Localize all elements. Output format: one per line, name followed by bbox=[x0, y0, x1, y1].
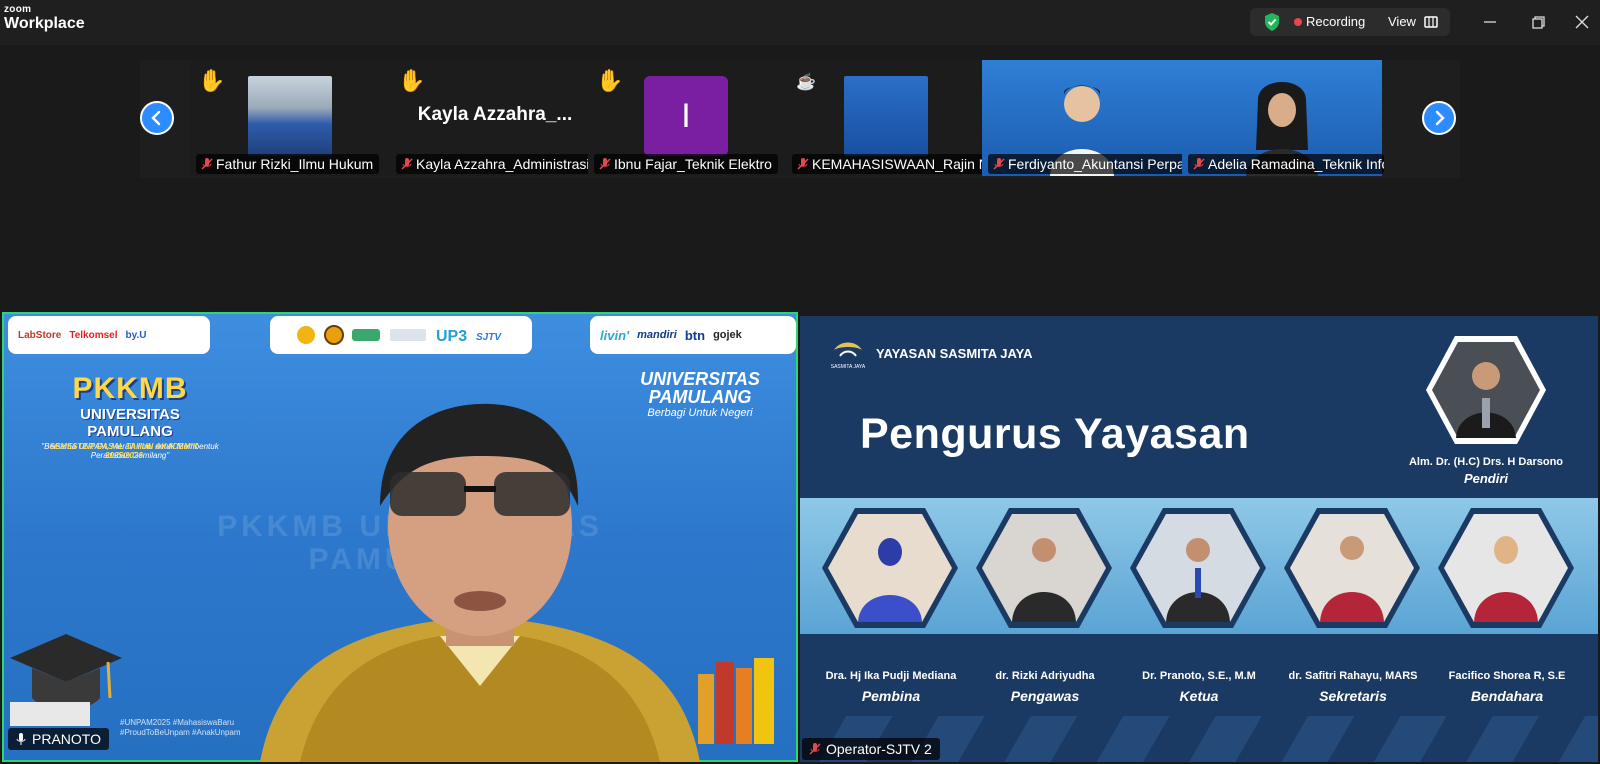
brand-workplace: Workplace bbox=[4, 15, 85, 32]
member-name: dr. Safitri Rahayu, MARS bbox=[1288, 670, 1418, 682]
mic-muted-icon bbox=[797, 158, 809, 170]
sponsor-logo: gojek bbox=[713, 329, 742, 341]
app-logo: zoom Workplace bbox=[4, 5, 85, 32]
member-role: Sekretaris bbox=[1319, 688, 1387, 704]
participant-name-tag: Ibnu Fajar_Teknik Elektro bbox=[594, 154, 778, 174]
participant-name-tag: Fathur Rizki_Ilmu Hukum bbox=[196, 154, 380, 174]
sponsor-logo: mandiri bbox=[637, 329, 677, 341]
member-role: Ketua bbox=[1179, 688, 1219, 704]
mic-muted-icon bbox=[1193, 158, 1205, 170]
shield-check-icon[interactable] bbox=[1262, 12, 1282, 32]
pkkmb-title: PKKMB bbox=[72, 372, 188, 405]
participant-name-tag: Adelia Ramadina_Teknik Info... bbox=[1188, 154, 1384, 174]
coffee-icon: ☕ bbox=[796, 74, 816, 91]
member-role: Pembina bbox=[861, 688, 921, 704]
svg-text:SJTV: SJTV bbox=[476, 332, 502, 343]
member-name: dr. Rizki Adriyudha bbox=[995, 670, 1095, 682]
title-bar: zoom Workplace Recording View bbox=[0, 0, 1600, 45]
participant-name: Ibnu Fajar_Teknik Elektro bbox=[614, 156, 772, 172]
member-name: Dra. Hj Ika Pudji Mediana bbox=[825, 670, 957, 682]
participant-name-tag: Ferdiyanto_Akuntansi Perpaj... bbox=[988, 154, 1184, 174]
mic-muted-icon bbox=[809, 743, 821, 755]
sponsor-logo: btn bbox=[684, 327, 706, 343]
slide-title: Pengurus Yayasan bbox=[860, 410, 1250, 458]
participant-display-name: Kayla Azzahra_... bbox=[417, 104, 573, 125]
raised-hand-icon: ✋ bbox=[198, 68, 226, 93]
member-role: Bendahara bbox=[1470, 688, 1544, 704]
member-name: Facifico Shorea R, S.E bbox=[1448, 670, 1566, 682]
member-photo bbox=[822, 508, 958, 628]
semester-label: SEMESTER GASAL TAHUN AKADEMIK 2025/2026 bbox=[49, 442, 199, 460]
participant-avatar bbox=[248, 76, 332, 156]
participant-name: Adelia Ramadina_Teknik Info... bbox=[1208, 156, 1384, 172]
grid-view-icon[interactable] bbox=[1424, 15, 1438, 29]
prev-page-button[interactable] bbox=[140, 101, 174, 135]
founder-name: Alm. Dr. (H.C) Drs. H Darsono bbox=[1408, 456, 1564, 468]
mic-on-icon bbox=[16, 733, 26, 745]
participant-tile[interactable]: ✋ I Ibnu Fajar_Teknik Elektro bbox=[588, 60, 788, 176]
participant-name: Operator-SJTV 2 bbox=[826, 741, 932, 757]
participant-name: Fathur Rizki_Ilmu Hukum bbox=[216, 156, 374, 172]
recording-button[interactable]: Recording bbox=[1306, 14, 1365, 29]
org-name: YAYASAN SASMITA JAYA bbox=[876, 345, 1033, 361]
pkkmb-university: UNIVERSITAS PAMULANG bbox=[80, 406, 180, 440]
hashtags: #UNPAM2025 #MahasiswaBaru #ProudToBeUnpa… bbox=[120, 718, 241, 738]
svg-text:SASMITA JAYA: SASMITA JAYA bbox=[831, 364, 866, 370]
sponsor-logo: LabStore bbox=[18, 329, 62, 341]
meeting-status-pill: Recording View bbox=[1250, 8, 1450, 36]
participant-tile[interactable]: Adelia Ramadina_Teknik Info... bbox=[1182, 60, 1384, 176]
participant-strip: ✋ Fathur Rizki_Ilmu Hukum ✋ Kayla Azzahr… bbox=[0, 60, 1600, 178]
raised-hand-icon: ✋ bbox=[398, 68, 426, 93]
graduation-cap-icon bbox=[10, 634, 122, 726]
raised-hand-icon: ✋ bbox=[596, 68, 624, 93]
org-header: SASMITA JAYA YAYASAN SASMITA JAYA bbox=[830, 336, 1033, 370]
presenter-video bbox=[260, 403, 700, 762]
founder-photo bbox=[1426, 336, 1546, 444]
member-photo bbox=[1438, 508, 1574, 628]
participant-name: PRANOTO bbox=[32, 731, 101, 747]
sponsor-logo: Telkomsel bbox=[69, 329, 118, 341]
partner-logos-banner: UP3 SJTV bbox=[270, 316, 532, 354]
partner-logos-icon: UP3 SJTV bbox=[297, 325, 502, 345]
next-page-button[interactable] bbox=[1422, 101, 1456, 135]
member-name: Dr. Pranoto, S.E., M.M bbox=[1142, 670, 1256, 682]
participant-name: Ferdiyanto_Akuntansi Perpaj... bbox=[1008, 156, 1184, 172]
maximize-button[interactable] bbox=[1526, 10, 1550, 34]
books-icon bbox=[698, 658, 774, 744]
founder-role: Pendiri bbox=[1463, 471, 1509, 486]
member-photo bbox=[1284, 508, 1420, 628]
mic-muted-icon bbox=[401, 158, 413, 170]
sponsor-banner-left: LabStore Telkomsel by.U bbox=[8, 316, 210, 354]
participant-name-tag: KEMAHASISWAAN_Rajin Na... bbox=[792, 154, 988, 174]
participant-tile[interactable]: Ferdiyanto_Akuntansi Perpaj... bbox=[982, 60, 1184, 176]
org-logo-icon: SASMITA JAYA bbox=[831, 342, 866, 370]
participant-name: KEMAHASISWAAN_Rajin Na... bbox=[812, 156, 988, 172]
sponsor-banner-right: livin' mandiri btn gojek bbox=[590, 316, 796, 354]
member-role: Pengawas bbox=[1010, 688, 1080, 704]
mic-muted-icon bbox=[993, 158, 1005, 170]
participant-tile[interactable]: ☕ KEMAHASISWAAN_Rajin Na... bbox=[786, 60, 988, 176]
participant-initial-avatar: I bbox=[644, 76, 728, 156]
participant-slide-thumbnail bbox=[844, 76, 928, 156]
close-button[interactable] bbox=[1570, 10, 1594, 34]
brand-zoom: zoom bbox=[4, 4, 32, 15]
member-photo bbox=[976, 508, 1112, 628]
member-photo bbox=[1130, 508, 1266, 628]
participant-tile[interactable]: ✋ Fathur Rizki_Ilmu Hukum bbox=[190, 60, 390, 176]
participant-name-tag: Operator-SJTV 2 bbox=[802, 738, 940, 760]
sponsor-logo: by.U bbox=[125, 329, 147, 341]
participant-name: Kayla Azzahra_Administrasi ... bbox=[416, 156, 592, 172]
mic-muted-icon bbox=[599, 158, 611, 170]
svg-text:UP3: UP3 bbox=[436, 328, 467, 345]
minimize-button[interactable] bbox=[1478, 10, 1502, 34]
mic-muted-icon bbox=[201, 158, 213, 170]
sponsor-logo: livin' bbox=[600, 327, 630, 343]
participant-name-tag: PRANOTO bbox=[8, 728, 109, 750]
participant-tile[interactable]: ✋ Kayla Azzahra_... Kayla Azzahra_Admini… bbox=[390, 60, 592, 176]
participant-name-tag: Kayla Azzahra_Administrasi ... bbox=[396, 154, 592, 174]
view-button[interactable]: View bbox=[1388, 14, 1416, 29]
recording-dot-icon bbox=[1294, 18, 1302, 26]
